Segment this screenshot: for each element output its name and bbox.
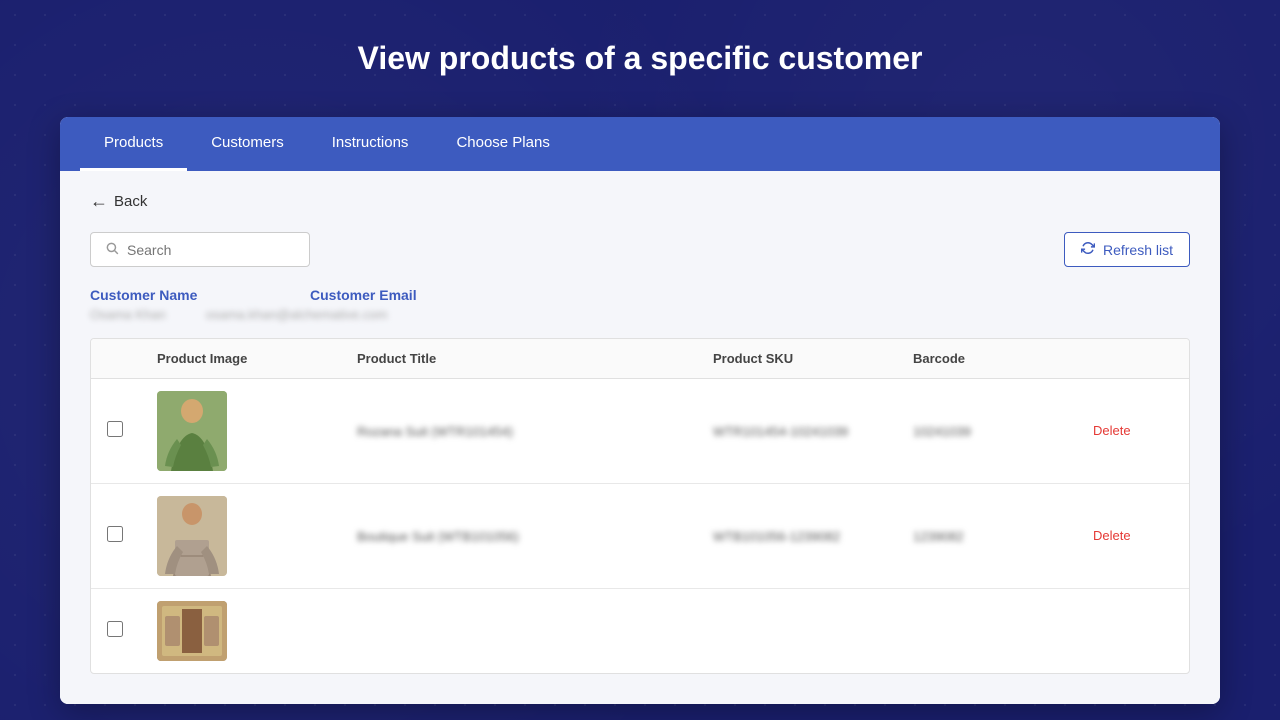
- row1-product-image: [157, 391, 227, 471]
- row1-product-title: Rozana Suit (WTR101454): [357, 424, 713, 439]
- search-input[interactable]: [127, 242, 287, 258]
- table-row: [91, 589, 1189, 673]
- row2-product-sku: WTB101056-1239082: [713, 529, 913, 544]
- back-arrow-icon: ←: [90, 191, 108, 212]
- th-barcode: Barcode: [913, 351, 1093, 366]
- row1-barcode: 10241039: [913, 424, 1093, 439]
- table-header: Product Image Product Title Product SKU …: [91, 339, 1189, 379]
- customer-name-label: Customer Name: [90, 287, 270, 303]
- row3-product-image: [157, 601, 227, 661]
- table-row: Rozana Suit (WTR101454) WTR101454-102410…: [91, 379, 1189, 484]
- customer-value-row: Osama Khan osama.khan@alchemative.com: [90, 307, 1190, 322]
- customer-row: Customer Name Customer Email: [90, 287, 1190, 303]
- nav-item-instructions[interactable]: Instructions: [308, 117, 433, 171]
- row2-product-title: Boutique Suit (WTB101056): [357, 529, 713, 544]
- row1-delete-cell: Delete: [1093, 422, 1173, 440]
- search-box: [90, 232, 310, 267]
- nav-bar: Products Customers Instructions Choose P…: [60, 117, 1220, 171]
- customer-email-value: osama.khan@alchemative.com: [206, 307, 388, 322]
- th-product-sku: Product SKU: [713, 351, 913, 366]
- th-actions: [1093, 351, 1173, 366]
- row1-checkbox[interactable]: [107, 421, 123, 437]
- products-table: Product Image Product Title Product SKU …: [90, 338, 1190, 674]
- row3-product-img-inner: [157, 601, 227, 661]
- row3-checkbox-cell: [107, 621, 157, 642]
- refresh-button[interactable]: Refresh list: [1064, 232, 1190, 267]
- row1-delete-button[interactable]: Delete: [1093, 423, 1131, 438]
- nav-item-customers[interactable]: Customers: [187, 117, 308, 171]
- back-button[interactable]: ← Back: [90, 191, 147, 212]
- row2-checkbox-cell: [107, 526, 157, 547]
- nav-item-choose-plans[interactable]: Choose Plans: [432, 117, 573, 171]
- customer-name-value: Osama Khan: [90, 307, 166, 322]
- customer-info: Customer Name Customer Email Osama Khan …: [90, 287, 1190, 322]
- row3-checkbox[interactable]: [107, 621, 123, 637]
- nav-item-products[interactable]: Products: [80, 117, 187, 171]
- row1-product-img-inner: [157, 391, 227, 471]
- row2-product-img-inner: [157, 496, 227, 576]
- main-card: Products Customers Instructions Choose P…: [60, 117, 1220, 704]
- row1-product-sku: WTR101454-10241039: [713, 424, 913, 439]
- th-product-image: Product Image: [157, 351, 357, 366]
- row2-delete-button[interactable]: Delete: [1093, 528, 1131, 543]
- row2-product-image: [157, 496, 227, 576]
- customer-email-label: Customer Email: [310, 287, 490, 303]
- th-checkbox: [107, 351, 157, 366]
- table-row: Boutique Suit (WTB101056) WTB101056-1239…: [91, 484, 1189, 589]
- search-icon: [105, 241, 119, 258]
- row2-delete-cell: Delete: [1093, 527, 1173, 545]
- refresh-icon: [1081, 241, 1095, 258]
- th-product-title: Product Title: [357, 351, 713, 366]
- content-area: ← Back: [60, 171, 1220, 704]
- row1-checkbox-cell: [107, 421, 157, 442]
- toolbar: Refresh list: [90, 232, 1190, 267]
- page-title: View products of a specific customer: [358, 40, 923, 77]
- row2-barcode: 1239082: [913, 529, 1093, 544]
- row2-checkbox[interactable]: [107, 526, 123, 542]
